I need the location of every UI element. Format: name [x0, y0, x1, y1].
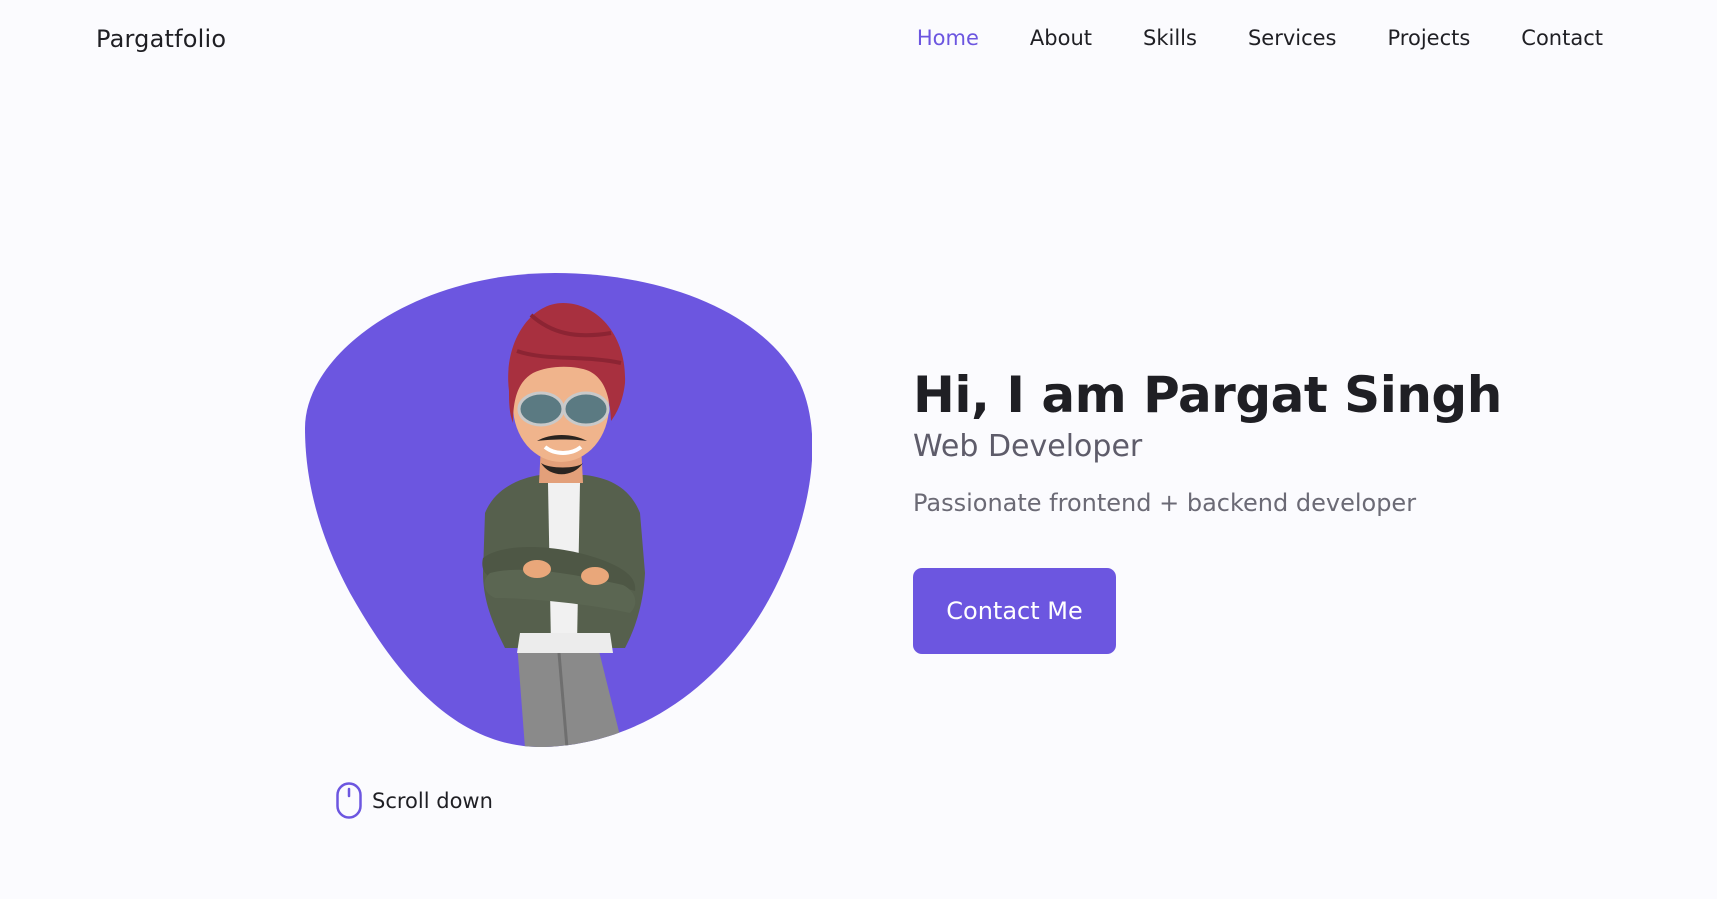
- avatar-blob: [305, 273, 812, 748]
- main-nav: Home About Skills Services Projects Cont…: [866, 26, 1603, 50]
- hero-subtitle: Web Developer: [913, 429, 1143, 464]
- mouse-icon: [336, 782, 362, 819]
- nav-home[interactable]: Home: [917, 26, 979, 50]
- scroll-down-label: Scroll down: [372, 788, 493, 813]
- nav-contact[interactable]: Contact: [1521, 26, 1603, 50]
- scroll-down-link[interactable]: Scroll down: [336, 782, 493, 819]
- hero-description: Passionate frontend + backend developer: [913, 489, 1417, 517]
- site-logo[interactable]: Pargatfolio: [96, 25, 226, 53]
- site-header: Pargatfolio Home About Skills Services P…: [0, 0, 1717, 80]
- nav-projects[interactable]: Projects: [1388, 26, 1471, 50]
- hero-image: [305, 273, 812, 748]
- nav-skills[interactable]: Skills: [1143, 26, 1197, 50]
- hero-title: Hi, I am Pargat Singh: [913, 366, 1502, 424]
- nav-about[interactable]: About: [1030, 26, 1092, 50]
- nav-services[interactable]: Services: [1248, 26, 1337, 50]
- contact-me-button[interactable]: Contact Me: [913, 568, 1116, 654]
- hero-content: Hi, I am Pargat Singh Web Developer Pass…: [913, 365, 1553, 654]
